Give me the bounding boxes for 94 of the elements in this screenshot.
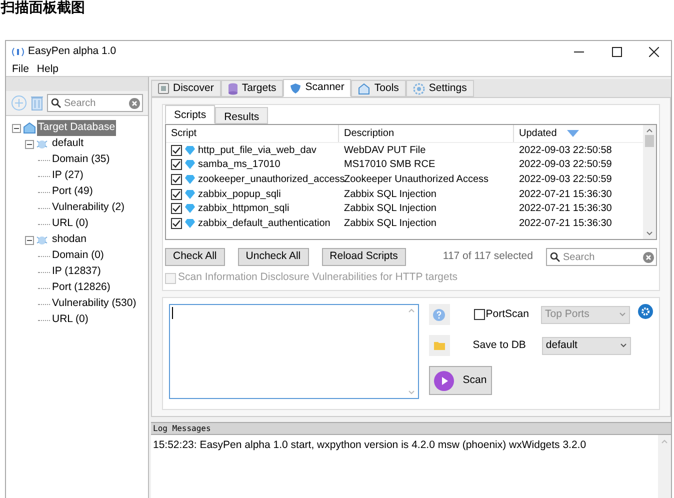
tree-item[interactable]: URL (0)	[51, 312, 90, 328]
search-icon	[51, 98, 61, 108]
settings-icon[interactable]	[638, 304, 653, 319]
clear-icon[interactable]	[129, 98, 140, 108]
tab[interactable]: Discover	[151, 80, 221, 97]
log-message: 15:52:23: EasyPen alpha 1.0 start, wxpython version is 4.2.0 msw (phoenix) wxWidgets 3.2.0	[153, 438, 588, 453]
table-cell-text: 2022-07-21 15:36:30	[519, 188, 612, 202]
tree-item[interactable]: shodan	[51, 232, 88, 248]
checkbox[interactable]	[171, 218, 182, 229]
menu-item[interactable]: Help	[36, 62, 59, 78]
checkbox[interactable]	[171, 174, 182, 185]
play-icon	[434, 370, 454, 390]
tab[interactable]: Settings	[406, 80, 474, 97]
tree-item[interactable]: Port (49)	[51, 184, 94, 200]
square-icon	[158, 83, 169, 94]
checkbox[interactable]	[171, 159, 182, 170]
checkbox[interactable]	[171, 144, 182, 156]
table-cell-text: 2022-07-21 15:36:30	[519, 202, 612, 216]
table-cell-text: WebDAV PUT File	[344, 144, 426, 158]
selection-count: 117 of 117 selected	[442, 249, 533, 264]
scan-button[interactable]: Scan	[428, 366, 492, 395]
field-label: Save to DB	[472, 338, 526, 353]
house-icon	[23, 122, 36, 134]
search-icon	[550, 252, 560, 262]
scrollbar[interactable]	[658, 435, 671, 498]
table-cell-text: 2022-09-03 22:50:59	[519, 172, 612, 187]
tree-item[interactable]: URL (0)	[51, 216, 90, 232]
collapse-toggle-icon[interactable]	[25, 236, 34, 244]
search-field[interactable]: Search	[546, 248, 657, 266]
table-cell-text: 2022-09-03 22:50:58	[519, 144, 612, 158]
clear-icon[interactable]	[643, 252, 654, 262]
tree-item[interactable]: Vulnerability (2)	[51, 200, 126, 216]
column-header[interactable]: Updated	[519, 126, 557, 141]
tree-item[interactable]: Target Database	[37, 120, 116, 136]
tab[interactable]: Targets	[220, 80, 284, 97]
tree-item[interactable]: Domain (35)	[51, 152, 111, 168]
caret-icon	[619, 312, 626, 317]
table-cell-text: 2022-07-21 15:36:30	[519, 216, 612, 231]
action-button[interactable]: Uncheck All	[238, 248, 309, 266]
maximize-icon[interactable]	[612, 47, 622, 57]
database-icon	[228, 82, 238, 94]
scroll-thumb[interactable]	[645, 135, 654, 147]
log-title: Log Messages	[153, 422, 211, 434]
checkbox[interactable]	[171, 203, 182, 214]
tab[interactable]: Tools	[351, 80, 406, 97]
table-cell-text: zookeeper_unauthorized_access	[198, 172, 345, 187]
help-button[interactable]	[428, 304, 450, 325]
table-cell-text: http_put_file_via_web_dav	[198, 144, 316, 158]
table-cell-text: Zookeeper Unauthorized Access	[344, 172, 489, 187]
shield-icon	[290, 82, 302, 94]
checkbox-label: Scan Information Disclosure Vulnerabilities for HTTP targets	[178, 270, 458, 286]
checkbox-label: PortScan	[486, 306, 529, 322]
tree-item[interactable]: default	[51, 136, 85, 152]
tree-item[interactable]: IP (27)	[51, 168, 84, 184]
house-icon	[358, 82, 370, 94]
tree-item[interactable]: IP (12837)	[51, 264, 102, 280]
table-cell-text: zabbix_default_authentication	[198, 216, 330, 231]
scrollbar[interactable]	[643, 125, 656, 239]
collapse-toggle-icon[interactable]	[12, 124, 21, 132]
close-icon[interactable]	[649, 47, 659, 57]
caret-icon	[620, 343, 627, 348]
tab[interactable]: Scanner	[283, 79, 352, 97]
search-field[interactable]: Search	[47, 94, 143, 112]
folder-icon	[434, 341, 445, 350]
gear-icon	[412, 82, 425, 94]
sort-descending-icon[interactable]	[566, 130, 579, 137]
subtab[interactable]: Scripts	[165, 105, 216, 124]
subtab[interactable]: Results	[215, 107, 268, 124]
collapse-toggle-icon[interactable]	[25, 140, 34, 148]
tree-item[interactable]: Domain (0)	[51, 248, 105, 264]
table-cell-text: Zabbix SQL Injection	[344, 216, 436, 231]
column-header[interactable]: Script	[171, 126, 197, 141]
menu-item[interactable]: File	[12, 62, 29, 78]
table-cell-text: 2022-09-03 22:50:59	[519, 158, 612, 172]
table-cell-text: zabbix_httpmon_sqli	[198, 202, 290, 216]
action-button[interactable]: Reload Scripts	[322, 248, 406, 266]
table-cell-text: Zabbix SQL Injection	[344, 188, 436, 202]
table-cell-text: samba_ms_17010	[198, 158, 280, 172]
app-icon	[11, 47, 25, 57]
table-cell-text: Zabbix SQL Injection	[344, 202, 436, 216]
database-dropdown[interactable]: default	[542, 336, 631, 354]
window-title: EasyPen alpha 1.0	[28, 44, 116, 60]
help-icon	[433, 308, 446, 320]
table-cell-text: zabbix_popup_sqli	[198, 188, 281, 202]
tree-item[interactable]: Vulnerability (530)	[51, 296, 138, 312]
page-heading: 扫描面板截图	[0, 0, 86, 16]
checkbox[interactable]	[171, 188, 182, 200]
action-button[interactable]: Check All	[165, 248, 225, 266]
bug-icon	[36, 138, 48, 150]
table-cell-text: MS17010 SMB RCE	[344, 158, 436, 172]
column-header[interactable]: Description	[344, 126, 394, 141]
bug-icon	[36, 234, 48, 246]
tree-item[interactable]: Port (12826)	[51, 280, 112, 296]
checkbox[interactable]	[474, 309, 485, 320]
